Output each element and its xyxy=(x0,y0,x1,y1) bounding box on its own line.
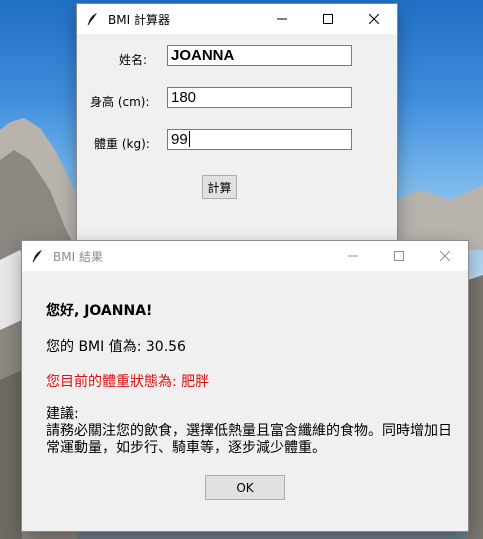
maximize-icon xyxy=(394,251,404,261)
advice-heading: 建議: xyxy=(46,406,79,422)
minimize-button[interactable] xyxy=(330,241,376,271)
height-label: 身高 (cm): xyxy=(90,95,150,109)
advice-text: 請務必關注您的飲食，選擇低熱量且富含纖維的食物。同時增加日常運動量，如步行、騎車… xyxy=(46,423,452,456)
ok-button[interactable]: OK xyxy=(205,475,285,500)
name-label: 姓名: xyxy=(119,53,148,67)
text-caret xyxy=(188,131,190,147)
weight-input[interactable]: 99 xyxy=(167,129,352,150)
name-value: JOANNA xyxy=(171,47,235,64)
weight-label: 體重 (kg): xyxy=(94,137,150,151)
weight-value: 99 xyxy=(171,131,188,148)
height-value: 180 xyxy=(171,89,197,106)
bmi-value-text: 您的 BMI 值為: 30.56 xyxy=(46,339,186,355)
feather-icon xyxy=(32,250,42,263)
feather-icon xyxy=(87,13,97,26)
minimize-icon xyxy=(348,255,358,257)
minimize-icon xyxy=(277,18,287,20)
name-input[interactable]: JOANNA xyxy=(167,45,352,66)
close-button[interactable] xyxy=(351,4,397,34)
maximize-button[interactable] xyxy=(305,4,351,34)
title-bar[interactable]: BMI 計算器 xyxy=(77,4,397,34)
advice-block: 建議: 請務必關注您的飲食，選擇低熱量且富含纖維的食物。同時增加日常運動量，如步… xyxy=(46,406,456,457)
window-title: BMI 結果 xyxy=(53,249,103,264)
title-bar[interactable]: BMI 結果 xyxy=(22,241,468,271)
greeting-text: 您好, JOANNA! xyxy=(46,303,153,319)
maximize-icon xyxy=(323,14,333,24)
bmi-result-window: BMI 結果 您好, JOANNA! 您的 BMI 值為: 30.56 您目前的… xyxy=(22,241,468,531)
height-input[interactable]: 180 xyxy=(167,87,352,108)
close-button[interactable] xyxy=(422,241,468,271)
close-icon xyxy=(369,14,379,24)
minimize-button[interactable] xyxy=(259,4,305,34)
calculate-button[interactable]: 計算 xyxy=(202,175,237,199)
maximize-button[interactable] xyxy=(376,241,422,271)
window-title: BMI 計算器 xyxy=(108,12,170,27)
bmi-calculator-window: BMI 計算器 姓名: JOANNA 身高 (cm): 180 體重 (kg):… xyxy=(77,4,397,240)
close-icon xyxy=(440,251,450,261)
weight-status-text: 您目前的體重狀態為: 肥胖 xyxy=(46,374,210,390)
